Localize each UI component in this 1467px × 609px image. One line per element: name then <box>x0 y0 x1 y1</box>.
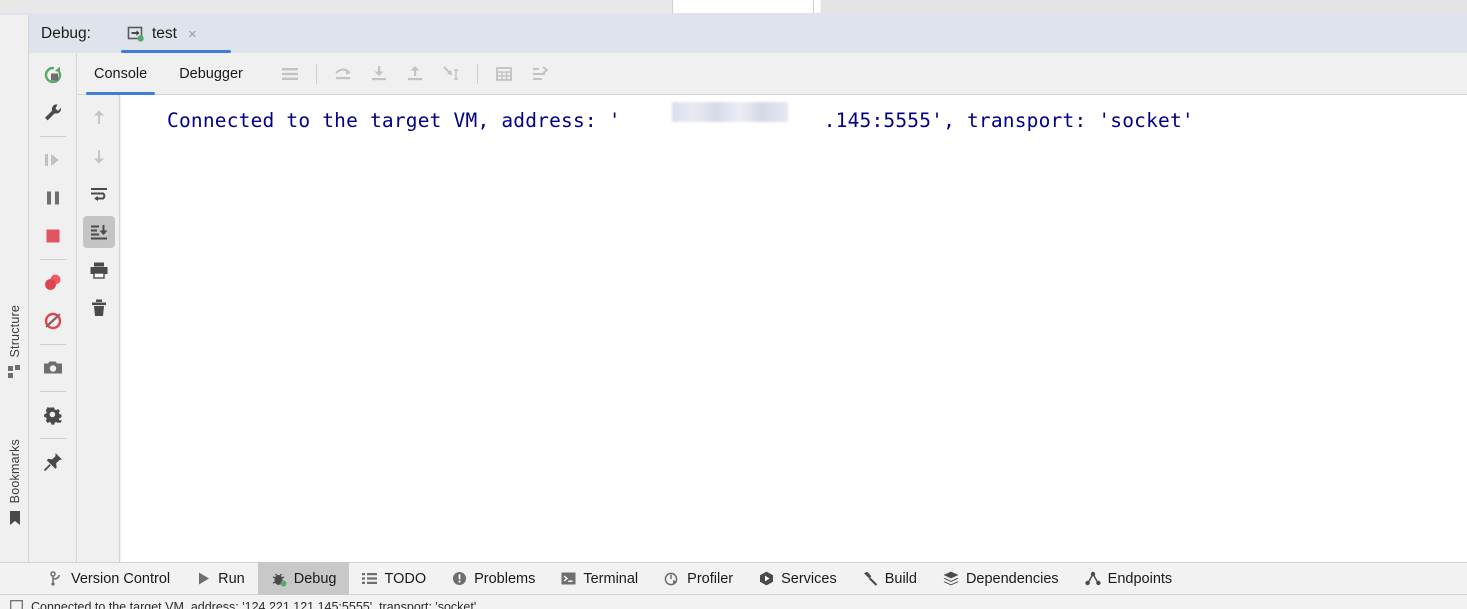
branch-icon <box>49 571 64 586</box>
console-tab-strip: Console Debugger <box>78 53 1467 95</box>
tool-button-run[interactable]: Run <box>183 562 258 595</box>
editor-strip-right <box>821 0 1467 14</box>
structure-icon <box>8 364 21 378</box>
debug-session-toolbar <box>29 53 77 562</box>
frames-menu-icon[interactable] <box>274 58 306 90</box>
close-icon[interactable]: × <box>188 26 197 43</box>
debug-tool-window-header: Debug: test × <box>29 15 1467 53</box>
services-icon <box>759 571 774 586</box>
tool-button-version-control-label: Version Control <box>71 570 171 587</box>
editor-strip-gap <box>814 0 820 13</box>
tool-button-problems-label: Problems <box>474 570 536 587</box>
console-output-area[interactable]: Connected to the target VM, address: ' .… <box>121 95 1467 562</box>
tab-debugger-label: Debugger <box>179 65 243 82</box>
tool-button-build[interactable]: Build <box>850 562 930 595</box>
settings-layout-icon <box>524 58 556 90</box>
clear-all-icon[interactable] <box>83 292 115 324</box>
rerun-icon[interactable] <box>37 59 69 91</box>
debugger-step-toolbar <box>273 58 557 90</box>
tool-button-dependencies[interactable]: Dependencies <box>930 562 1072 595</box>
tool-button-endpoints-label: Endpoints <box>1107 570 1173 587</box>
pin-tab-icon[interactable] <box>37 446 69 478</box>
tool-button-services[interactable]: Services <box>746 562 850 595</box>
bookmark-icon <box>8 510 22 526</box>
left-tool-rail: Structure Bookmarks <box>0 15 29 562</box>
debug-session-tab[interactable]: test × <box>117 15 231 53</box>
tool-window-bar: Version Control Run Debug TODO Problems … <box>0 562 1467 595</box>
previous-occurrence-icon <box>83 102 115 134</box>
rail-item-bookmarks[interactable]: Bookmarks <box>0 439 29 526</box>
toolbar-separator <box>39 136 66 137</box>
edit-configuration-icon[interactable] <box>37 97 69 129</box>
tool-button-version-control[interactable]: Version Control <box>36 562 183 595</box>
tab-debugger[interactable]: Debugger <box>163 53 259 95</box>
run-icon <box>196 571 211 586</box>
view-breakpoints-icon[interactable] <box>37 267 69 299</box>
soft-wrap-icon[interactable] <box>83 178 115 210</box>
toolbar-separator <box>315 63 317 84</box>
step-over-icon <box>327 58 359 90</box>
next-occurrence-icon <box>83 140 115 172</box>
status-bar: Connected to the target VM, address: '12… <box>0 596 1467 609</box>
build-hammer-icon <box>863 571 878 586</box>
console-toolbar <box>78 95 120 562</box>
console-icon <box>10 600 23 609</box>
debug-header-title: Debug: <box>41 25 91 42</box>
tab-console-label: Console <box>94 65 148 82</box>
tool-button-terminal[interactable]: Terminal <box>548 562 651 595</box>
mute-breakpoints-icon[interactable] <box>37 305 69 337</box>
toolbar-separator <box>39 259 66 260</box>
rail-structure-label: Structure <box>7 305 22 358</box>
endpoints-icon <box>1085 571 1101 586</box>
tool-button-dependencies-label: Dependencies <box>965 570 1059 587</box>
tool-button-endpoints[interactable]: Endpoints <box>1072 562 1186 595</box>
editor-strip-mid <box>673 0 814 13</box>
tool-button-todo-label: TODO <box>384 570 427 587</box>
toolbar-separator <box>39 438 66 439</box>
tab-console[interactable]: Console <box>78 53 163 95</box>
step-out-icon <box>399 58 431 90</box>
screenshot-icon[interactable] <box>37 352 69 384</box>
tool-button-run-label: Run <box>218 570 245 587</box>
debug-session-tab-label: test <box>152 25 177 42</box>
editor-strip-left <box>0 0 673 13</box>
debug-panel: Console Debugger Connected to the target… <box>29 53 1467 562</box>
toolbar-separator <box>476 63 478 84</box>
tool-button-debug-label: Debug <box>293 570 337 587</box>
pause-program-icon[interactable] <box>37 182 69 214</box>
redacted-address-overlay <box>672 102 788 122</box>
dependencies-icon <box>943 571 959 586</box>
problems-icon <box>452 571 467 586</box>
resume-program-icon <box>37 144 69 176</box>
print-icon[interactable] <box>83 254 115 286</box>
tool-button-debug[interactable]: Debug <box>257 562 350 595</box>
terminal-icon <box>561 571 576 586</box>
rail-item-structure[interactable]: Structure <box>0 305 29 378</box>
toolbar-separator <box>39 391 66 392</box>
todo-list-icon <box>362 571 378 586</box>
tool-button-build-label: Build <box>884 570 917 587</box>
editor-area-strip <box>0 0 1467 14</box>
tool-button-problems[interactable]: Problems <box>439 562 548 595</box>
tool-button-profiler-label: Profiler <box>687 570 734 587</box>
evaluate-expression-icon <box>488 58 520 90</box>
toolbar-separator <box>39 344 66 345</box>
tool-button-services-label: Services <box>781 570 837 587</box>
status-bar-message: Connected to the target VM, address: '12… <box>31 599 477 609</box>
settings-gear-icon[interactable] <box>37 399 69 431</box>
scroll-to-end-icon[interactable] <box>82 216 115 248</box>
tool-button-terminal-label: Terminal <box>583 570 639 587</box>
stop-icon[interactable] <box>37 220 69 252</box>
tool-button-profiler[interactable]: Profiler <box>651 562 746 595</box>
rail-bookmarks-label: Bookmarks <box>7 439 22 504</box>
debug-bug-icon <box>271 571 287 587</box>
step-into-icon <box>363 58 395 90</box>
tool-button-todo[interactable]: TODO <box>349 562 439 595</box>
profiler-icon <box>664 571 680 587</box>
remote-debug-icon <box>127 25 145 43</box>
run-to-cursor-icon <box>435 58 467 90</box>
